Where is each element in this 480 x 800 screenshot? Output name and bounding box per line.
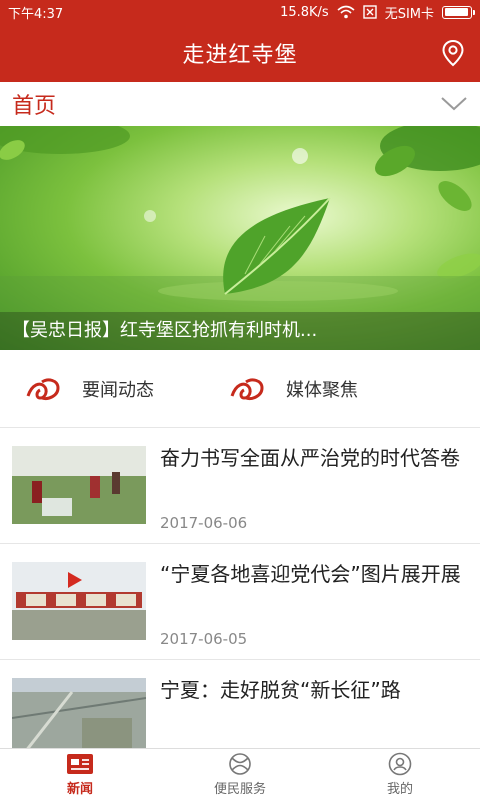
tab-news[interactable]: 新闻 [0,749,160,800]
quick-link-label: 媒体聚焦 [286,379,358,401]
news-thumbnail [12,678,146,748]
tab-label: 我的 [386,782,413,797]
news-title: “宁夏各地喜迎党代会”图片展开展 [160,562,461,586]
logo-mark-icon [26,378,60,400]
newspaper-icon [67,754,93,774]
user-icon [388,752,412,776]
tab-label: 便民服务 [213,782,266,797]
news-item[interactable]: 奋力书写全面从严治党的时代答卷 2017-06-06 [0,428,480,544]
channel-label: 首页 [12,94,57,119]
status-bar: 下午4:37 15.8K/s 无SIM卡 [0,0,480,24]
chevron-down-icon[interactable] [440,96,468,112]
tab-mine[interactable]: 我的 [320,749,480,800]
news-list: 奋力书写全面从严治党的时代答卷 2017-06-06 “宁夏各地喜迎党代会”图片… [0,428,480,748]
quick-link-media[interactable]: 媒体聚焦 [230,376,470,402]
quick-link-news[interactable]: 要闻动态 [0,376,230,402]
status-time: 下午4:37 [8,6,64,22]
news-item[interactable]: “宁夏各地喜迎党代会”图片展开展 2017-06-05 [0,544,480,660]
quick-link-label: 要闻动态 [82,379,154,401]
sim-icon [362,5,377,19]
news-thumbnail [12,446,146,524]
wifi-icon [337,5,355,19]
bottom-tab-bar: 新闻 便民服务 我的 [0,748,480,800]
tab-services[interactable]: 便民服务 [160,749,320,800]
logo-mark-icon [230,378,264,400]
channel-selector[interactable]: 首页 [0,82,480,126]
tab-label: 新闻 [66,782,93,797]
sim-status: 无SIM卡 [384,6,434,22]
news-title: 宁夏：走好脱贫“新长征”路 [160,678,401,702]
news-date: 2017-06-05 [160,630,248,648]
hero-caption: 【吴忠日报】红寺堡区抢抓有利时机... [0,312,480,350]
app-bar: 走进红寺堡 [0,24,480,82]
hero-banner[interactable]: 【吴忠日报】红寺堡区抢抓有利时机... [0,126,480,350]
app-title: 走进红寺堡 [182,43,298,68]
news-title: 奋力书写全面从严治党的时代答卷 [160,446,460,470]
quick-links: 要闻动态 媒体聚焦 [0,350,480,428]
service-icon [229,753,251,775]
location-pin-icon[interactable] [440,39,466,67]
news-item[interactable]: 宁夏：走好脱贫“新长征”路 2017-05-28 [0,660,480,748]
network-speed: 15.8K/s [280,4,329,20]
battery-icon [442,5,475,19]
news-date: 2017-06-06 [160,514,248,532]
news-thumbnail [12,562,146,640]
